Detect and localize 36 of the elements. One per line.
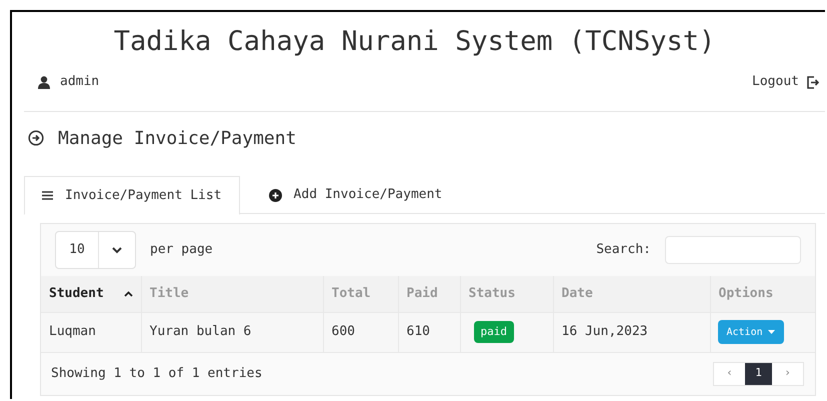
column-header[interactable]: Status (460, 276, 553, 312)
column-header[interactable]: Total (323, 276, 398, 312)
column-header[interactable]: Paid (398, 276, 460, 312)
chevron-down-icon[interactable] (112, 246, 122, 254)
menu-icon (42, 191, 53, 200)
column-header[interactable]: Student (41, 276, 141, 312)
status-badge: paid (474, 320, 514, 344)
per-page-label: per page (150, 241, 213, 260)
caret-down-icon[interactable] (768, 330, 775, 334)
page-button[interactable]: 1 (745, 362, 772, 384)
sort-up-icon[interactable] (124, 290, 132, 297)
column-header[interactable]: Title (141, 276, 323, 312)
logout-icon[interactable] (807, 76, 819, 88)
page-button[interactable]: ‹ (714, 362, 745, 384)
column-header[interactable]: Options (710, 276, 815, 312)
table-cell: 610 (406, 324, 430, 340)
tab[interactable]: Add Invoice/Payment (240, 176, 472, 214)
arrow-circle-icon (28, 130, 44, 146)
table-cell: Yuran bulan 6 (150, 324, 252, 340)
search-field[interactable] (665, 236, 801, 264)
tab[interactable]: Invoice/Payment List (24, 176, 240, 215)
table-cell: Luqman (49, 324, 96, 340)
logout-link[interactable]: Logout (752, 72, 799, 92)
plus-circle-icon (268, 188, 282, 202)
username: admin (60, 73, 100, 92)
user-icon (38, 76, 50, 88)
page-size-select[interactable]: 10 (55, 231, 136, 269)
table-cell: 16 Jun,2023 (562, 324, 648, 340)
entries-summary: Showing 1 to 1 of 1 entries (51, 364, 262, 383)
action-button[interactable]: Action (718, 320, 784, 344)
table-cell: 600 (332, 324, 355, 340)
search-label: Search: (596, 241, 651, 260)
page-heading: Manage Invoice/Payment (58, 126, 296, 150)
column-header[interactable]: Date (553, 276, 710, 312)
app-title: Tadika Cahaya Nurani System (TCNSyst) (112, 25, 716, 59)
page-button[interactable]: › (772, 362, 803, 384)
